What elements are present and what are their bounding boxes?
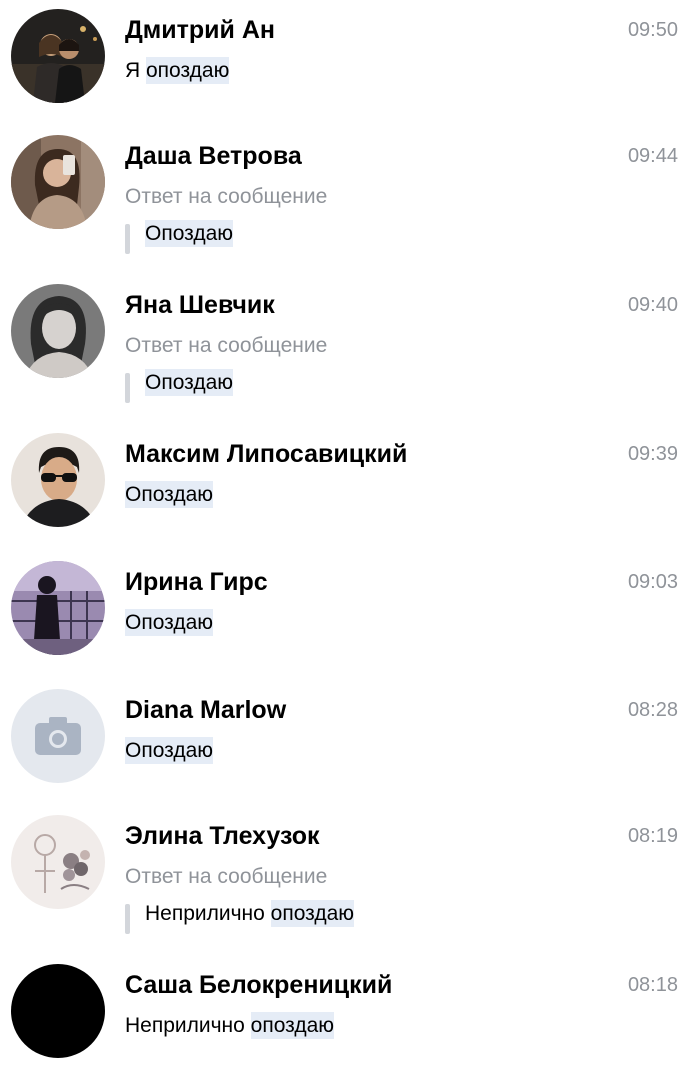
chat-row[interactable]: Даша Ветрова 09:44 Ответ на сообщение Оп… xyxy=(0,126,684,254)
photo-avatar-silhouette-purple xyxy=(11,561,105,655)
search-highlight: опоздаю xyxy=(250,1012,335,1039)
reply-caption: Ответ на сообщение xyxy=(125,334,328,357)
message-time: 09:03 xyxy=(627,571,678,593)
message-preview: Я опоздаю xyxy=(125,57,230,84)
search-highlight: Опоздаю xyxy=(145,369,233,396)
search-highlight: Опоздаю xyxy=(145,220,233,247)
search-highlight: опоздаю xyxy=(270,900,355,927)
search-highlight: опоздаю xyxy=(146,57,230,84)
avatar[interactable] xyxy=(11,135,105,229)
chat-row[interactable]: Ирина Гирс 09:03 Опоздаю xyxy=(0,552,684,672)
contact-name: Дмитрий Ан xyxy=(125,16,276,44)
quoted-message: Неприлично опоздаю xyxy=(125,900,355,936)
chat-list: Дмитрий Ан 09:50 Я опоздаю Даша Ветрова … xyxy=(0,0,684,1058)
avatar[interactable] xyxy=(11,815,105,909)
message-preview: Опоздаю xyxy=(125,737,213,764)
contact-name: Элина Тлехузок xyxy=(125,822,320,850)
chat-row[interactable]: Максим Липосавицкий 09:39 Опоздаю xyxy=(0,424,684,544)
contact-name: Diana Marlow xyxy=(125,696,287,724)
avatar[interactable] xyxy=(11,561,105,655)
quote-bar xyxy=(125,373,130,403)
message-time: 09:50 xyxy=(627,19,678,41)
avatar[interactable] xyxy=(11,284,105,378)
message-text: Неприлично xyxy=(125,1014,251,1037)
photo-avatar-illustration xyxy=(11,815,105,909)
camera-placeholder-icon xyxy=(11,689,105,783)
avatar[interactable] xyxy=(11,689,105,783)
reply-caption: Ответ на сообщение xyxy=(125,185,328,208)
message-preview: Опоздаю xyxy=(125,481,213,508)
quoted-message: Опоздаю xyxy=(125,369,233,405)
message-time: 09:40 xyxy=(627,294,678,316)
avatar[interactable] xyxy=(11,964,105,1058)
quoted-message: Опоздаю xyxy=(125,220,233,256)
contact-name: Даша Ветрова xyxy=(125,142,302,170)
chat-row[interactable]: Дмитрий Ан 09:50 Я опоздаю xyxy=(0,0,684,120)
quote-text: Неприлично xyxy=(145,902,271,925)
message-preview: Опоздаю xyxy=(125,609,213,636)
search-highlight: Опоздаю xyxy=(125,481,213,508)
search-highlight: Опоздаю xyxy=(125,609,213,636)
message-time: 08:18 xyxy=(627,974,678,996)
chat-row[interactable]: Яна Шевчик 09:40 Ответ на сообщение Опоз… xyxy=(0,275,684,403)
contact-name: Саша Белокреницкий xyxy=(125,971,393,999)
photo-avatar-couple-night xyxy=(11,9,105,103)
photo-avatar-black xyxy=(11,964,105,1058)
photo-avatar-portrait-bw xyxy=(11,284,105,378)
contact-name: Яна Шевчик xyxy=(125,291,275,319)
photo-avatar-selfie xyxy=(11,135,105,229)
chat-row[interactable]: Diana Marlow 08:28 Опоздаю xyxy=(0,680,684,800)
search-highlight: Опоздаю xyxy=(125,737,213,764)
message-time: 09:39 xyxy=(627,443,678,465)
chat-row[interactable]: Саша Белокреницкий 08:18 Неприлично опоз… xyxy=(0,955,684,1075)
photo-avatar-sunglasses xyxy=(11,433,105,527)
message-preview: Неприлично опоздаю xyxy=(125,1012,335,1039)
chat-row[interactable]: Элина Тлехузок 08:19 Ответ на сообщение … xyxy=(0,806,684,934)
reply-caption: Ответ на сообщение xyxy=(125,865,328,888)
quote-bar xyxy=(125,904,130,934)
avatar[interactable] xyxy=(11,433,105,527)
quote-bar xyxy=(125,224,130,254)
message-text: Я xyxy=(125,59,146,82)
message-time: 08:19 xyxy=(627,825,678,847)
contact-name: Ирина Гирс xyxy=(125,568,268,596)
message-time: 09:44 xyxy=(627,145,678,167)
avatar[interactable] xyxy=(11,9,105,103)
message-time: 08:28 xyxy=(627,699,678,721)
contact-name: Максим Липосавицкий xyxy=(125,440,408,468)
